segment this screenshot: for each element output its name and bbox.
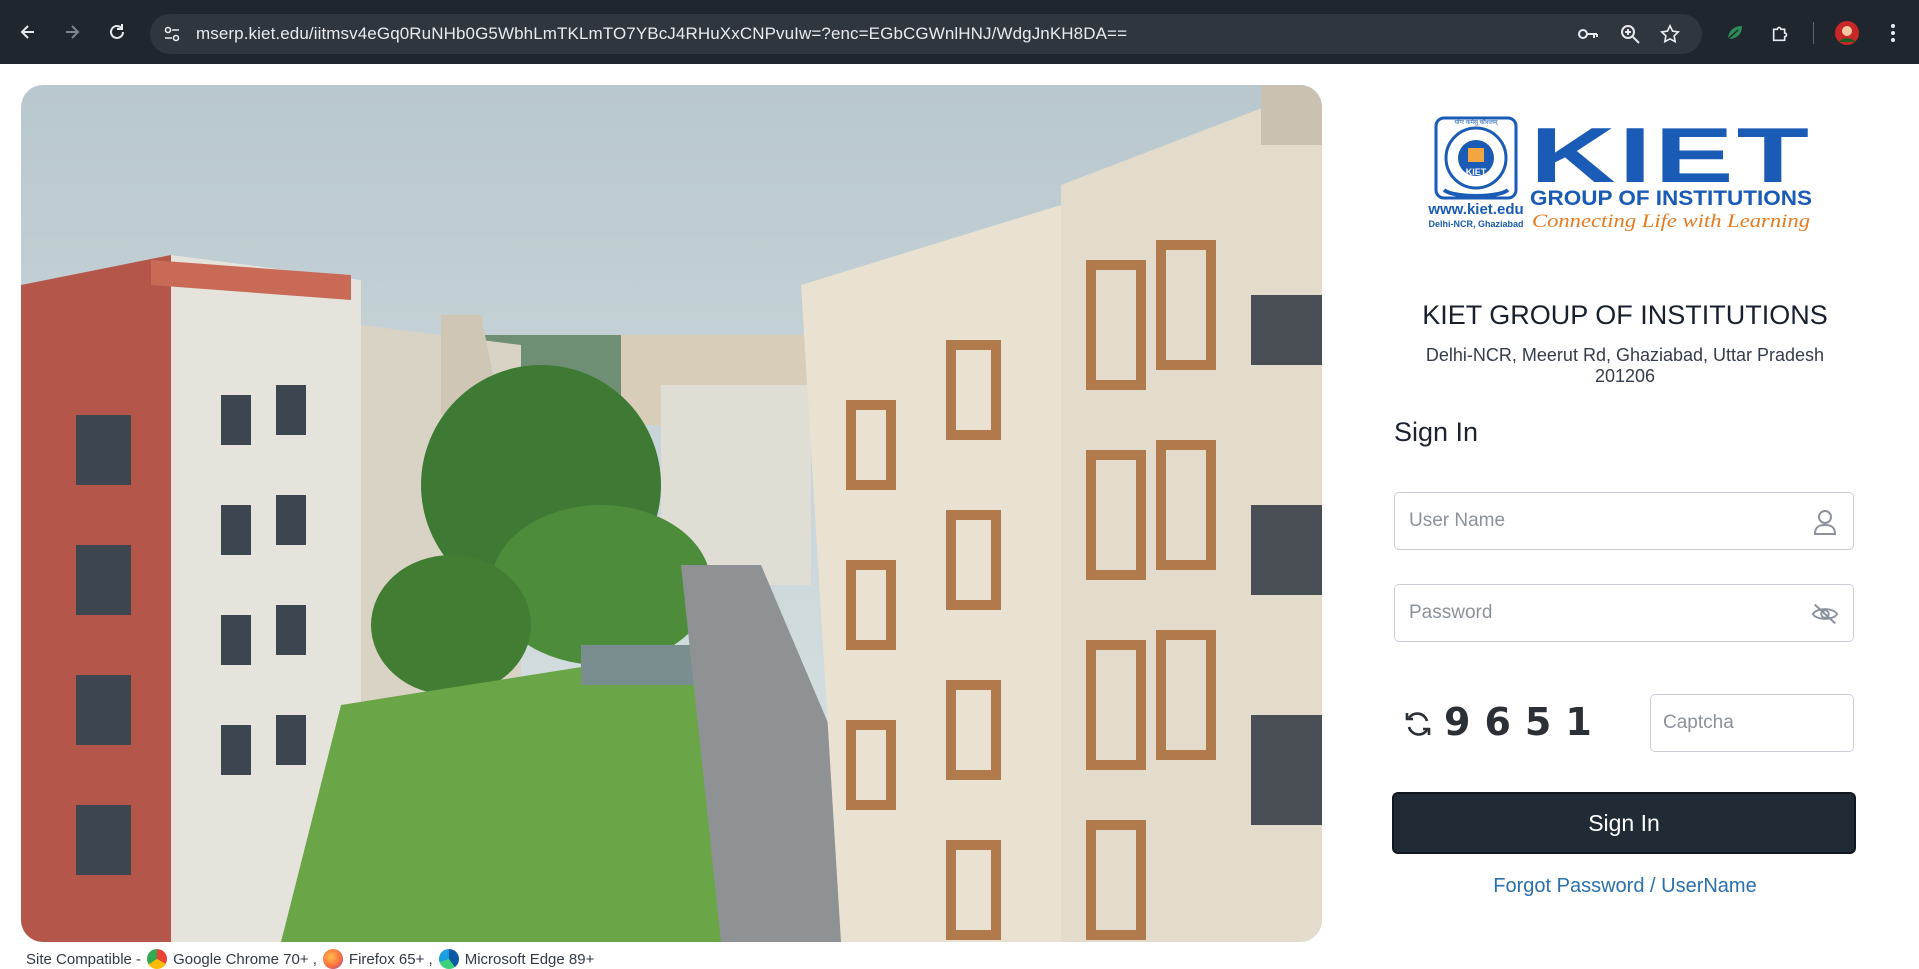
forward-button[interactable] [58,18,86,46]
chrome-version: Google Chrome 70+ , [173,950,317,968]
url-text[interactable]: mserp.kiet.edu/iitmsv4eGq0RuNHb0G5WbhLmT… [196,24,1127,44]
password-key-icon[interactable] [1576,22,1600,46]
institution-name: KIET GROUP OF INSTITUTIONS [1422,300,1828,330]
address-line-1: Delhi-NCR, Meerut Rd, Ghaziabad, Uttar P… [1425,345,1825,365]
edge-version: Microsoft Edge 89+ [464,950,595,968]
logo-tagline: Connecting Life with Learning [1532,211,1810,232]
firefox-version: Firefox 65+ , [348,950,433,968]
refresh-captcha-icon[interactable] [1402,708,1434,740]
username-input[interactable] [1409,493,1809,549]
back-arrow-icon [20,25,34,39]
firefox-icon [322,949,343,969]
campus-photo [21,85,1322,942]
zoom-icon[interactable] [1618,22,1642,46]
back-button[interactable] [14,18,42,46]
site-info-icon[interactable] [160,22,184,46]
edge-icon [438,949,459,969]
captcha-input[interactable] [1663,695,1843,751]
seal-center-text: KIET [1466,167,1487,177]
extensions-puzzle-icon[interactable] [1768,20,1794,46]
institution-address: Delhi-NCR, Meerut Rd, Ghaziabad, Uttar P… [1394,345,1856,387]
captcha-code: 9651 [1444,700,1606,744]
sign-in-button[interactable]: Sign In [1392,792,1856,854]
logo-location: Delhi-NCR, Ghaziabad [1428,219,1523,229]
logo-website: www.kiet.edu [1427,201,1523,218]
captcha-field [1650,694,1854,752]
username-field [1394,492,1854,550]
bookmark-star-icon[interactable] [1658,22,1682,46]
chrome-icon [147,949,168,969]
login-page: Site Compatible - Google Chrome 70+ , Fi… [0,64,1919,969]
browser-toolbar: mserp.kiet.edu/iitmsv4eGq0RuNHb0G5WbhLmT… [0,0,1919,64]
reload-icon [110,24,124,39]
compat-label: Site Compatible - [26,950,142,968]
reload-button[interactable] [103,18,131,46]
captcha-row: 9651 [1394,694,1854,752]
eye-slash-icon[interactable] [1811,600,1839,628]
logo-subtitle: GROUP OF INSTITUTIONS [1530,187,1812,210]
address-bar[interactable]: mserp.kiet.edu/iitmsv4eGq0RuNHb0G5WbhLmT… [150,14,1702,54]
password-input[interactable] [1409,585,1809,641]
address-line-2: 201206 [1594,366,1656,386]
user-icon [1811,508,1839,536]
seal-motto: योगः कर्मसु कौशलम् [1454,118,1498,126]
password-field [1394,584,1854,642]
browser-menu-icon[interactable] [1880,20,1906,46]
toolbar-separator [1813,22,1814,44]
site-compatibility-note: Site Compatible - Google Chrome 70+ , Fi… [26,949,594,969]
sign-in-heading: Sign In [1394,417,1479,447]
extension-leaf-icon[interactable] [1722,20,1748,46]
forgot-password-link[interactable]: Forgot Password / UserName [1394,875,1856,898]
kiet-logo: योगः कर्मसु कौशलम् KIET www.kiet.edu Del… [1424,111,1834,234]
profile-avatar[interactable] [1834,20,1860,46]
forward-arrow-icon [66,25,80,39]
